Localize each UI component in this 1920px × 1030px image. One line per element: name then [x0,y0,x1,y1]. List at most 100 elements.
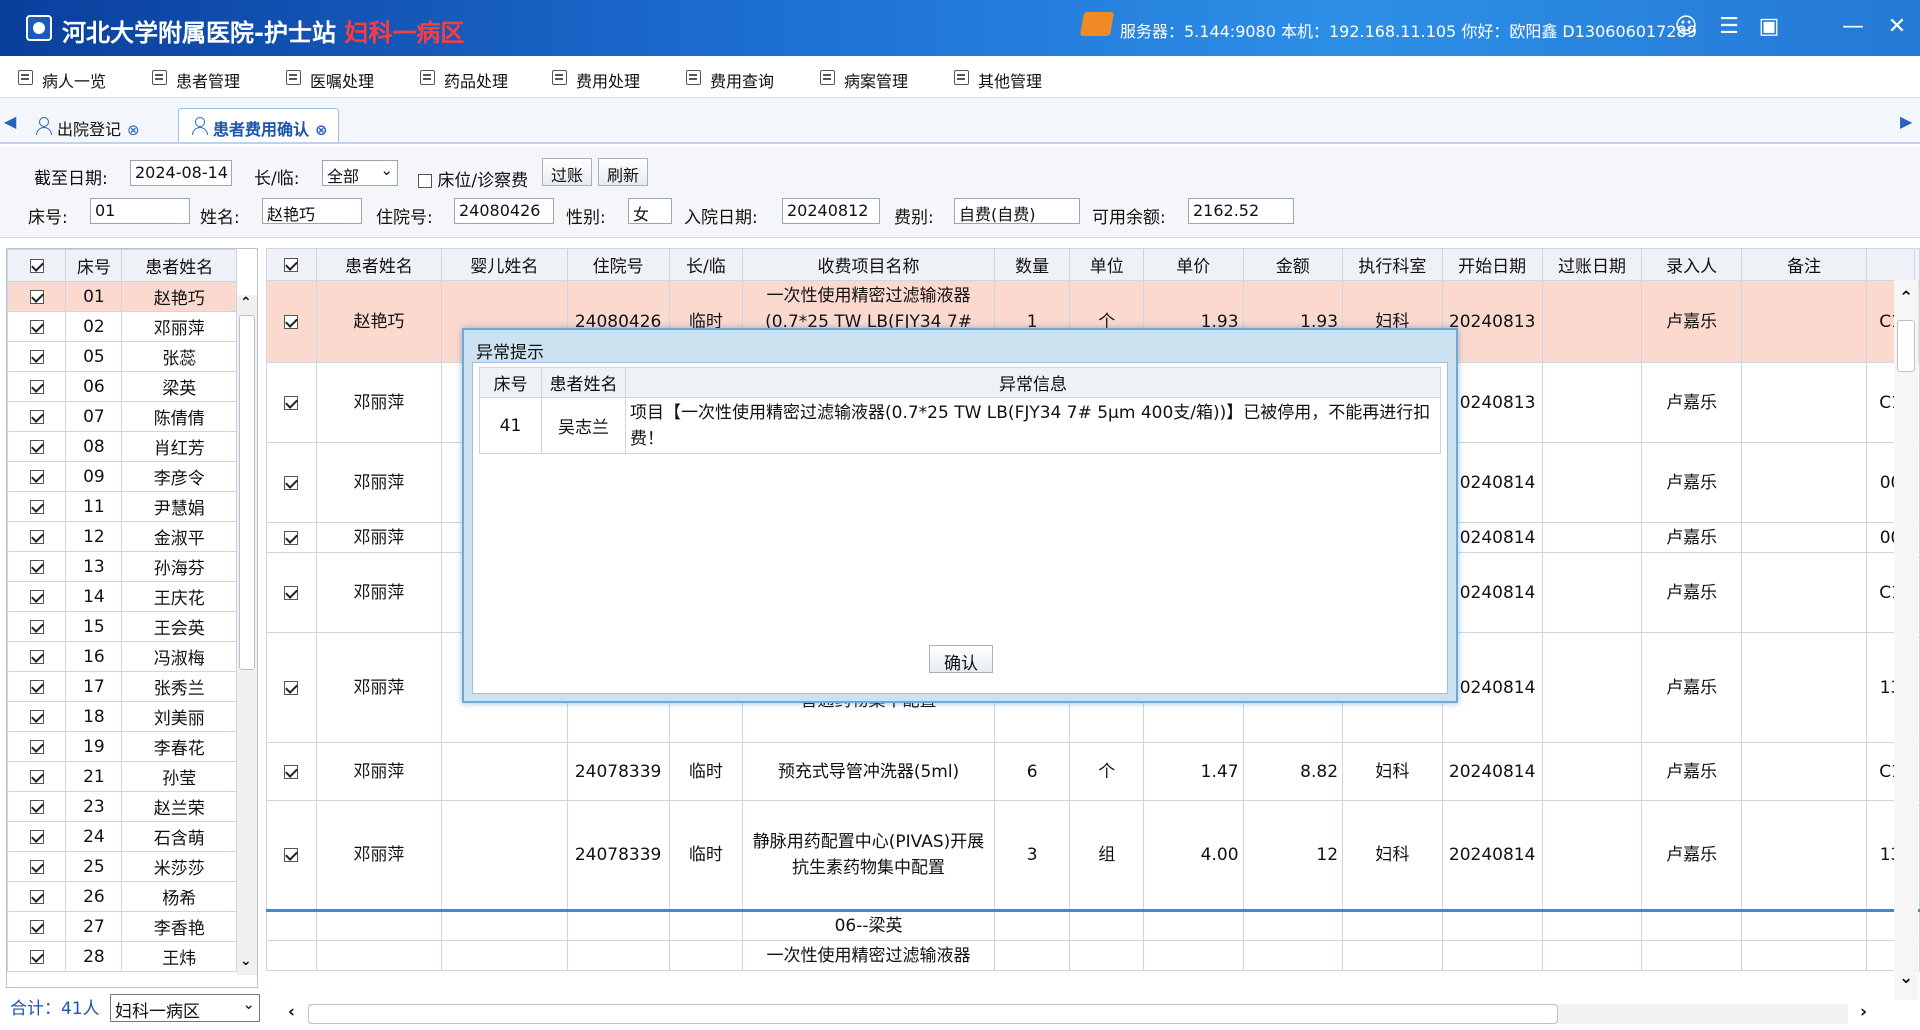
refresh-button[interactable]: 刷新 [598,158,648,186]
column-header[interactable]: 过账日期 [1541,248,1643,281]
column-header[interactable]: 录入人 [1641,248,1742,281]
patient-row[interactable]: 21 孙莹 [7,761,237,792]
tab-scroll-right-icon[interactable]: ▶ [1900,112,1912,131]
patient-row[interactable]: 07 陈倩倩 [7,401,237,432]
patient-row[interactable]: 15 王会英 [7,611,237,642]
column-header[interactable] [1866,248,1915,281]
tab-close-icon[interactable]: ⊗ [127,121,140,139]
scroll-down-icon[interactable]: ⌄ [1899,968,1913,988]
column-header[interactable]: 单位 [1069,248,1145,281]
column-header[interactable]: 单价 [1143,248,1244,281]
grid-vertical-scrollbar[interactable]: ⌃ ⌄ [1894,280,1918,1000]
row-checkbox[interactable] [7,731,67,762]
patient-row[interactable]: 06 梁英 [7,371,237,402]
close-icon[interactable]: ✕ [1884,14,1910,40]
patient-row[interactable]: 12 金淑平 [7,521,237,552]
patient-row[interactable]: 18 刘美丽 [7,701,237,732]
patient-row[interactable]: 14 王庆花 [7,581,237,612]
select-all-checkbox[interactable] [7,249,67,282]
row-checkbox[interactable] [7,461,67,492]
inpatient-field[interactable]: 24080426 [454,198,554,224]
type-select[interactable]: 全部 ⌄ [322,160,398,186]
name-field[interactable]: 赵艳巧 [262,198,362,224]
date-field[interactable]: 2024-08-14 [130,160,232,186]
lock-icon[interactable]: ▣ [1756,14,1782,40]
column-header[interactable]: 长/临 [668,248,744,281]
patient-row[interactable]: 11 尹慧娟 [7,491,237,522]
minimize-icon[interactable]: — [1840,14,1866,40]
menu-record-management[interactable]: 病案管理 [818,68,908,91]
scroll-right-icon[interactable]: › [1860,1002,1867,1022]
row-checkbox[interactable] [7,641,67,672]
bed-fee-checkbox[interactable]: 床位/诊察费 [418,166,528,191]
patient-row[interactable]: 27 李香艳 [7,911,237,942]
row-checkbox[interactable] [7,281,67,312]
patient-row[interactable]: 17 张秀兰 [7,671,237,702]
patient-row[interactable]: 25 米莎莎 [7,851,237,882]
row-checkbox[interactable] [266,280,317,363]
scroll-up-icon[interactable]: ⌃ [240,295,252,311]
scroll-thumb[interactable] [1897,320,1915,372]
column-header[interactable]: 备注 [1740,248,1868,281]
row-checkbox[interactable] [7,371,67,402]
row-checkbox[interactable] [266,742,317,801]
row-checkbox[interactable] [266,362,317,443]
patient-row[interactable]: 09 李彦令 [7,461,237,492]
menu-drug-processing[interactable]: 药品处理 [418,68,508,91]
patient-row[interactable]: 23 赵兰荣 [7,791,237,822]
menu-patient-management[interactable]: 患者管理 [150,68,240,91]
admit-date-field[interactable]: 20240812 [782,198,880,224]
row-checkbox[interactable] [7,401,67,432]
row-checkbox[interactable] [7,311,67,342]
scroll-left-icon[interactable]: ‹ [288,1002,295,1022]
row-checkbox[interactable] [7,881,67,912]
column-header[interactable]: 开始日期 [1441,248,1543,281]
row-checkbox[interactable] [266,552,317,633]
column-header[interactable]: 患者姓名 [315,248,443,281]
row-checkbox[interactable] [7,671,67,702]
row-checkbox[interactable] [7,491,67,522]
row-checkbox[interactable] [7,611,67,642]
balance-field[interactable]: 2162.52 [1188,198,1294,224]
patient-list-scrollbar[interactable]: ⌃ ⌄ [237,295,257,975]
layers-icon[interactable]: ☰ [1716,14,1742,40]
column-header[interactable]: 婴儿姓名 [441,248,568,281]
fee-row[interactable]: 邓丽萍 24078339 临时 静脉用药配置中心(PIVAS)开展抗生素药物集中配置 3… [266,800,1920,911]
column-header[interactable]: 住院号 [566,248,670,281]
row-checkbox[interactable] [7,941,67,972]
row-checkbox[interactable] [266,442,317,523]
menu-patient-overview[interactable]: 病人一览 [16,68,106,91]
row-checkbox[interactable] [7,761,67,792]
patient-row[interactable]: 16 冯淑梅 [7,641,237,672]
column-header[interactable]: 收费项目名称 [742,248,995,281]
tab-scroll-left-icon[interactable]: ◀ [4,112,16,131]
post-button[interactable]: 过账 [542,158,592,186]
row-checkbox[interactable] [266,522,317,553]
grid-select-all-checkbox[interactable] [266,248,317,281]
fee-row[interactable]: 一次性使用精密过滤输液器 [266,940,1920,971]
sex-field[interactable]: 女 [628,198,672,224]
column-header[interactable]: 数量 [993,248,1071,281]
row-checkbox[interactable] [7,821,67,852]
bed-field[interactable]: 01 [90,198,190,224]
tab-close-icon[interactable]: ⊗ [315,121,328,139]
column-header[interactable]: 金额 [1242,248,1344,281]
scroll-up-icon[interactable]: ⌃ [1899,288,1913,308]
fee-type-field[interactable]: 自费(自费) [954,198,1080,224]
scroll-thumb[interactable] [239,315,255,670]
confirm-button[interactable]: 确认 [929,645,993,674]
menu-other-management[interactable]: 其他管理 [952,68,1042,91]
row-checkbox[interactable] [7,791,67,822]
patient-row[interactable]: 01 赵艳巧 [7,281,237,312]
column-header-name[interactable]: 患者姓名 [121,249,237,282]
row-checkbox[interactable] [7,701,67,732]
row-checkbox[interactable] [7,551,67,582]
row-checkbox[interactable] [7,341,67,372]
tab-discharge-registration[interactable]: 出院登记 ⊗ [22,108,151,142]
patient-row[interactable]: 13 孙海芬 [7,551,237,582]
row-checkbox[interactable] [7,911,67,942]
menu-order-processing[interactable]: 医嘱处理 [284,68,374,91]
row-checkbox[interactable] [266,800,317,911]
row-checkbox[interactable] [7,431,67,462]
tab-patient-fee-confirm[interactable]: 患者费用确认 ⊗ [178,108,339,142]
